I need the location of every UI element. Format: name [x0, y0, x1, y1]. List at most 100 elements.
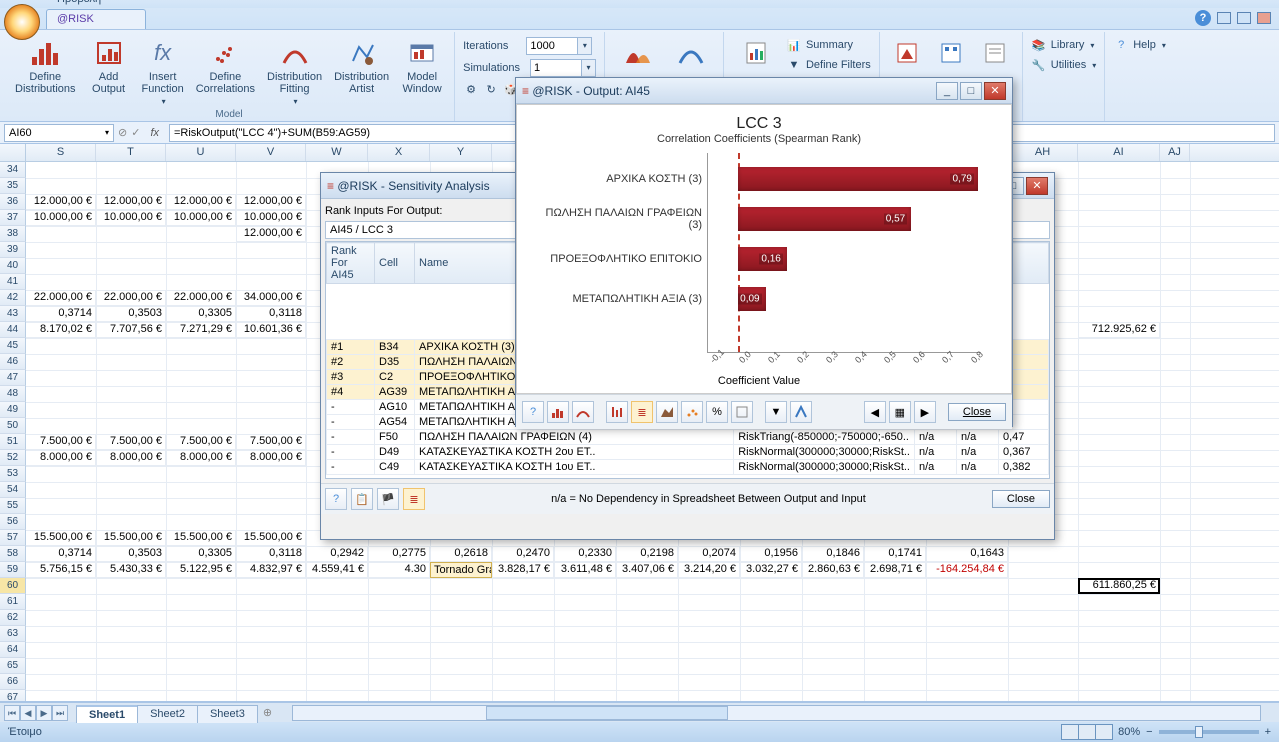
cell[interactable]: 0,2330: [554, 546, 616, 562]
cell[interactable]: 8.170,02 €: [26, 322, 96, 338]
cell[interactable]: 0,3305: [166, 306, 236, 322]
row-header[interactable]: 61: [0, 594, 26, 610]
zoom-slider[interactable]: [1159, 730, 1259, 734]
cell[interactable]: 0,1643: [926, 546, 1008, 562]
cell[interactable]: 7.707,56 €: [96, 322, 166, 338]
new-sheet-button[interactable]: ⊕: [263, 706, 272, 719]
row-header[interactable]: 35: [0, 178, 26, 194]
cell[interactable]: 0,3118: [236, 546, 306, 562]
cell[interactable]: 4.559,41 €: [306, 562, 368, 578]
help-button[interactable]: ?Help▾: [1111, 36, 1168, 54]
iterations-combo[interactable]: ▾: [526, 37, 592, 55]
chart-marker-icon[interactable]: [790, 401, 812, 423]
row-header[interactable]: 66: [0, 674, 26, 690]
chart-hist-icon[interactable]: [547, 401, 569, 423]
cell[interactable]: 4.832,97 €: [236, 562, 306, 578]
cell[interactable]: 2.698,71 €: [864, 562, 926, 578]
ribbon-tab-6[interactable]: Προβολή: [46, 0, 146, 9]
row-header[interactable]: 49: [0, 402, 26, 418]
column-header[interactable]: AI: [1078, 144, 1160, 161]
adv-1-button[interactable]: [886, 34, 928, 74]
row-header[interactable]: 47: [0, 370, 26, 386]
cell[interactable]: 2.860,63 €: [802, 562, 864, 578]
cell[interactable]: 10.000,00 €: [166, 210, 236, 226]
row-header[interactable]: 45: [0, 338, 26, 354]
cell[interactable]: 5.756,15 €: [26, 562, 96, 578]
reports-button[interactable]: [730, 34, 782, 74]
adv-2-button[interactable]: [930, 34, 972, 74]
library-button[interactable]: 📚Library▾: [1029, 36, 1098, 54]
chart-grid-icon[interactable]: ▦: [889, 401, 911, 423]
row-header[interactable]: 64: [0, 642, 26, 658]
row-header[interactable]: 48: [0, 386, 26, 402]
utilities-button[interactable]: 🔧Utilities▾: [1029, 56, 1098, 74]
cell[interactable]: 10.601,36 €: [236, 322, 306, 338]
chart-prev-icon[interactable]: ◀: [864, 401, 886, 423]
cell[interactable]: 3.214,20 €: [678, 562, 740, 578]
sens-help-icon[interactable]: ?: [325, 488, 347, 510]
sens-row[interactable]: -D49ΚΑΤΑΣΚΕΥΑΣΤΙΚΑ ΚΟΣΤΗ 2ου ET..RiskNor…: [327, 445, 1049, 460]
zoom-level[interactable]: 80%: [1118, 726, 1140, 738]
column-header[interactable]: Y: [430, 144, 492, 161]
chart-area-icon[interactable]: [656, 401, 678, 423]
select-all-corner[interactable]: [0, 144, 26, 161]
col-rank[interactable]: Rank For AI45: [327, 243, 375, 284]
chart-help-icon[interactable]: ?: [522, 401, 544, 423]
row-header[interactable]: 51: [0, 434, 26, 450]
row-header[interactable]: 37: [0, 210, 26, 226]
office-button[interactable]: [4, 4, 40, 40]
cell[interactable]: 3.407,06 €: [616, 562, 678, 578]
sens-row[interactable]: -C49ΚΑΤΑΣΚΕΥΑΣΤΙΚΑ ΚΟΣΤΗ 1ου ET..RiskNor…: [327, 460, 1049, 475]
row-header[interactable]: 63: [0, 626, 26, 642]
sheet-tab[interactable]: Sheet1: [76, 705, 138, 723]
summary-button[interactable]: 📊Summary: [784, 36, 873, 54]
cell[interactable]: 10.000,00 €: [26, 210, 96, 226]
chart-close2-button[interactable]: Close: [948, 403, 1006, 421]
cell[interactable]: 7.500,00 €: [236, 434, 306, 450]
cell[interactable]: 12.000,00 €: [26, 194, 96, 210]
row-header[interactable]: 60: [0, 578, 26, 594]
row-header[interactable]: 55: [0, 498, 26, 514]
minimize-button[interactable]: [1217, 12, 1231, 24]
distribution-artist-button[interactable]: Distribution Artist: [329, 34, 394, 98]
cell[interactable]: 3.032,27 €: [740, 562, 802, 578]
cell[interactable]: 12.000,00 €: [166, 194, 236, 210]
cell[interactable]: 0,2618: [430, 546, 492, 562]
cell[interactable]: 0,2470: [492, 546, 554, 562]
fx-icon[interactable]: fx: [144, 127, 165, 139]
refresh-icon[interactable]: ↻: [483, 81, 499, 97]
cell[interactable]: 15.500,00 €: [236, 530, 306, 546]
tab-nav-first[interactable]: ⏮: [4, 705, 20, 721]
cell[interactable]: Tornado Graph: [430, 562, 492, 578]
row-header[interactable]: 56: [0, 514, 26, 530]
chart-close-button[interactable]: ✕: [984, 82, 1006, 100]
row-header[interactable]: 59: [0, 562, 26, 578]
tab-nav-prev[interactable]: ◀: [20, 705, 36, 721]
cell[interactable]: 5.430,33 €: [96, 562, 166, 578]
column-header[interactable]: S: [26, 144, 96, 161]
col-cell[interactable]: Cell: [375, 243, 415, 284]
cell[interactable]: 7.271,29 €: [166, 322, 236, 338]
cell[interactable]: 34.000,00 €: [236, 290, 306, 306]
sheet-tab[interactable]: Sheet2: [137, 705, 198, 723]
sens-copy-icon[interactable]: 📋: [351, 488, 373, 510]
cell[interactable]: 0,2775: [368, 546, 430, 562]
column-header[interactable]: U: [166, 144, 236, 161]
add-output-button[interactable]: Add Output: [83, 34, 135, 98]
output-chart-dialog[interactable]: ≡ @RISK - Output: AI45 _ □ ✕ LCC 3 Corre…: [515, 77, 1013, 427]
cell[interactable]: 12.000,00 €: [236, 226, 306, 242]
ribbon-tab-7[interactable]: @RISK: [46, 9, 146, 29]
row-header[interactable]: 36: [0, 194, 26, 210]
view-layout[interactable]: [1078, 724, 1096, 740]
row-header[interactable]: 40: [0, 258, 26, 274]
cell[interactable]: 0,3503: [96, 546, 166, 562]
name-box[interactable]: AI60▾: [4, 124, 114, 142]
define-filters-button[interactable]: ▼Define Filters: [784, 56, 873, 74]
define-distributions-button[interactable]: Define Distributions: [10, 34, 81, 98]
sens-tornado-icon[interactable]: ≣: [403, 488, 425, 510]
chart-percent-icon[interactable]: %: [706, 401, 728, 423]
close-button[interactable]: [1257, 12, 1271, 24]
cell[interactable]: 3.611,48 €: [554, 562, 616, 578]
cell[interactable]: 0,1846: [802, 546, 864, 562]
row-header[interactable]: 43: [0, 306, 26, 322]
